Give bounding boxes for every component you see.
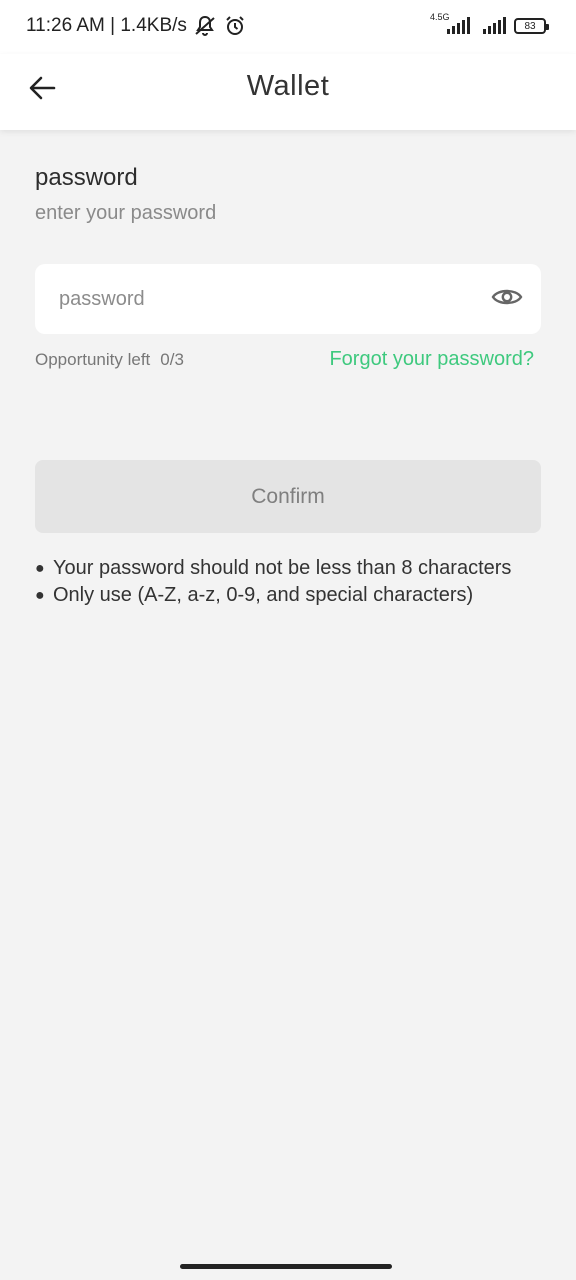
status-bar: 11:26 AM | 1.4KB/s 4.5G 83 bbox=[0, 0, 576, 54]
battery-icon: 83 bbox=[514, 18, 549, 34]
password-input[interactable] bbox=[57, 278, 481, 320]
status-right: 4.5G 83 bbox=[430, 12, 549, 36]
password-field-container bbox=[35, 264, 541, 334]
rule-text: Only use (A-Z, a-z, 0-9, and special cha… bbox=[53, 584, 474, 606]
forgot-password-link[interactable]: Forgot your password? bbox=[329, 348, 534, 371]
app-bar: Wallet bbox=[0, 54, 576, 130]
signal-icon bbox=[478, 14, 506, 36]
rule-text: Your password should not be less than 8 … bbox=[53, 557, 512, 579]
notifications-off-icon bbox=[193, 14, 217, 38]
show-password-toggle[interactable] bbox=[491, 285, 523, 313]
eye-icon bbox=[491, 285, 523, 314]
rule-item: ● Only use (A-Z, a-z, 0-9, and special c… bbox=[35, 582, 545, 609]
alarm-icon bbox=[223, 14, 247, 38]
password-section-subtitle: enter your password bbox=[35, 202, 217, 224]
opportunity-count: 0/3 bbox=[160, 350, 184, 369]
rule-item: ● Your password should not be less than … bbox=[35, 555, 545, 582]
battery-level: 83 bbox=[524, 20, 536, 32]
bullet-icon: ● bbox=[35, 587, 45, 604]
password-rules: ● Your password should not be less than … bbox=[35, 555, 545, 609]
page-title: Wallet bbox=[246, 70, 330, 102]
password-section-title: password bbox=[35, 164, 138, 191]
status-time: 11:26 AM | 1.4KB/s bbox=[26, 15, 187, 36]
opportunity-left: Opportunity left 0/3 bbox=[35, 350, 184, 370]
home-indicator[interactable] bbox=[180, 1264, 392, 1269]
signal-icon: 4.5G bbox=[430, 12, 470, 36]
status-left: 11:26 AM | 1.4KB/s bbox=[26, 14, 247, 38]
bullet-icon: ● bbox=[35, 560, 45, 577]
confirm-button[interactable]: Confirm bbox=[35, 460, 541, 533]
opportunity-label: Opportunity left bbox=[35, 350, 151, 369]
